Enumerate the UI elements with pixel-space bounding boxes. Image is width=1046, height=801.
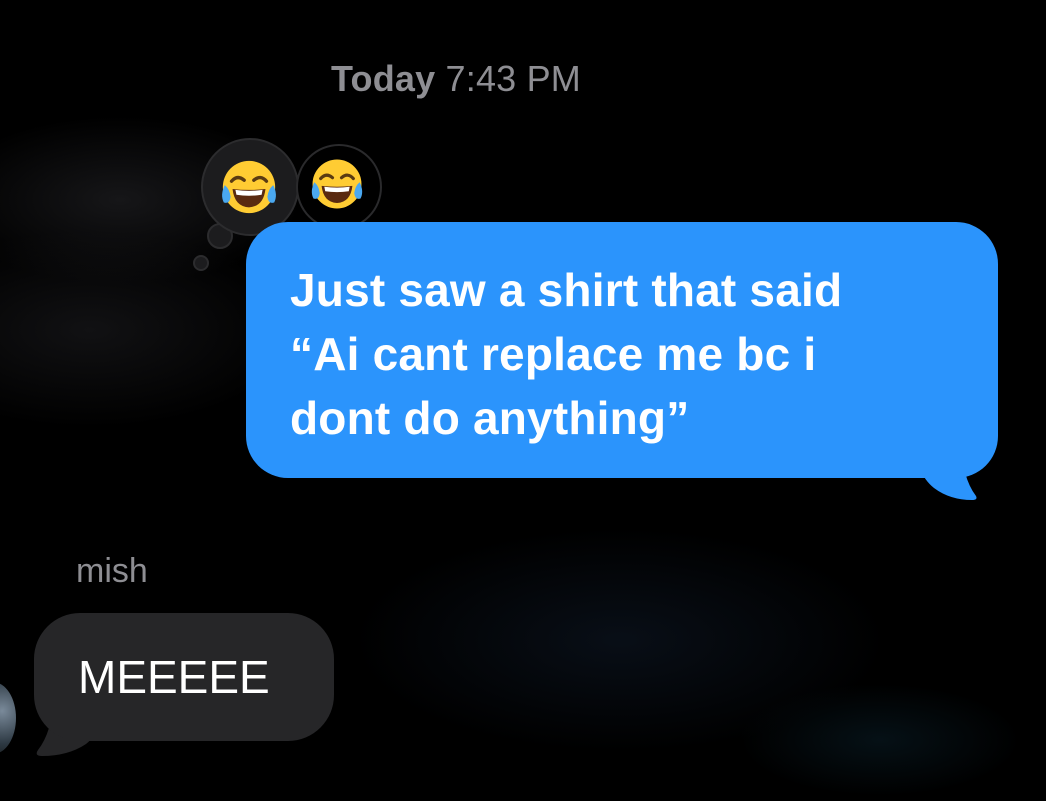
timestamp-time: 7:43 PM: [445, 58, 581, 99]
face-with-tears-of-joy-icon: [222, 160, 276, 214]
sender-name: mish: [76, 552, 148, 590]
tapback-tail-dot-small: [193, 255, 209, 271]
messages-screen: Today 7:43 PM Just saw a shirt that said…: [0, 0, 1046, 801]
message-text: MEEEEE: [78, 651, 270, 703]
outgoing-message-bubble[interactable]: Just saw a shirt that said “Ai cant repl…: [246, 222, 998, 478]
face-with-tears-of-joy-icon: [311, 159, 363, 209]
message-timestamp: Today 7:43 PM: [0, 58, 912, 100]
incoming-message-bubble[interactable]: MEEEEE: [34, 613, 334, 741]
timestamp-day: Today: [330, 58, 436, 99]
message-line: dont do anything”: [290, 392, 690, 444]
message-line: Just saw a shirt that said: [290, 264, 843, 316]
avatar[interactable]: [0, 682, 16, 754]
message-line: “Ai cant replace me bc i: [290, 328, 817, 380]
